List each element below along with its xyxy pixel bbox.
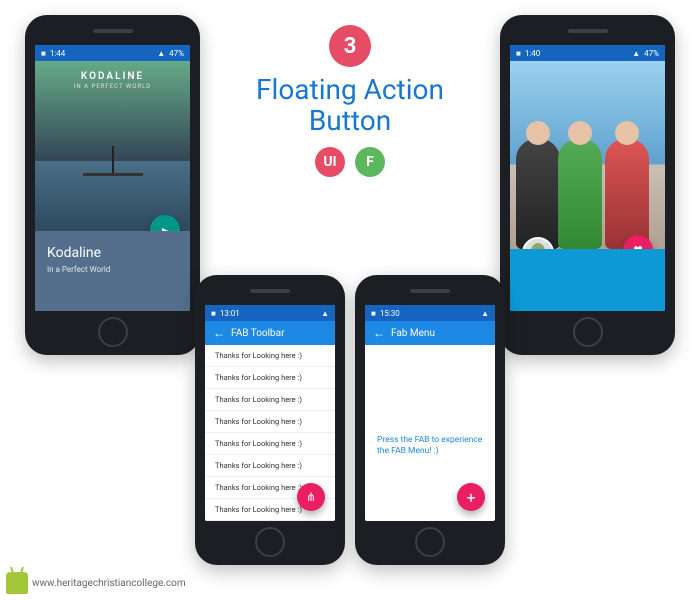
- camera-icon: ■: [41, 49, 46, 58]
- watermark-text: www.heritagechristiancollege.com: [32, 578, 186, 589]
- ui-badge: UI: [315, 147, 345, 177]
- signal-icon: ▲: [321, 309, 329, 318]
- title-block: 3 Floating Action Button UI F: [220, 25, 480, 177]
- app-bar-title: Fab Menu: [391, 328, 435, 339]
- status-bar: ■ 1:40 ▲ 47%: [510, 45, 665, 61]
- screen: ■ 13:01 ▲ ← FAB Toolbar Thanks for Lookin…: [205, 305, 335, 521]
- battery-text: 47%: [644, 49, 659, 58]
- status-time: 1:40: [525, 49, 540, 58]
- list-item[interactable]: Thanks for Looking here :): [205, 455, 335, 477]
- share-fab[interactable]: [297, 483, 325, 511]
- camera-icon: ■: [516, 49, 521, 58]
- status-time: 1:44: [50, 49, 65, 58]
- camera-icon: ■: [371, 309, 376, 318]
- phone-speaker: [93, 29, 133, 33]
- mini-badges: UI F: [220, 147, 480, 177]
- phone-profile: ■ 1:40 ▲ 47%: [500, 15, 675, 355]
- signal-icon: ▲: [157, 49, 165, 58]
- list-item[interactable]: Thanks for Looking here :): [205, 411, 335, 433]
- title-line-2: Button: [309, 104, 391, 137]
- android-icon: [6, 572, 28, 594]
- home-button[interactable]: [415, 527, 445, 557]
- list-item[interactable]: Thanks for Looking here :): [205, 345, 335, 367]
- screen: ■ 15:30 ▲ ← Fab Menu Press the FAB to exp…: [365, 305, 495, 521]
- screen: ■ 1:40 ▲ 47%: [510, 45, 665, 311]
- back-icon[interactable]: ←: [373, 326, 385, 340]
- list-item[interactable]: Thanks for Looking here :): [205, 433, 335, 455]
- back-icon[interactable]: ←: [213, 326, 225, 340]
- watermark: www.heritagechristiancollege.com: [6, 572, 186, 594]
- phone-fab-toolbar: ■ 13:01 ▲ ← FAB Toolbar Thanks for Lookin…: [195, 275, 345, 565]
- list-item[interactable]: Thanks for Looking here :): [205, 389, 335, 411]
- album-art: KODALINE IN A PERFECT WORLD: [35, 61, 190, 231]
- status-time: 15:30: [380, 309, 400, 318]
- screen: ■ 1:44 ▲ 47% KODALINE IN A PERFECT WORLD K…: [35, 45, 190, 311]
- status-time: 13:01: [220, 309, 240, 318]
- promo-canvas: 3 Floating Action Button UI F ■ 1:44 ▲ 47%…: [0, 0, 700, 600]
- track-album: In a Perfect World: [47, 265, 178, 274]
- cover-photo: [510, 61, 665, 249]
- hint-text: Press the FAB to experience the FAB Menu…: [377, 435, 483, 457]
- track-artist: Kodaline: [47, 245, 178, 261]
- phone-fab-menu: ■ 15:30 ▲ ← Fab Menu Press the FAB to exp…: [355, 275, 505, 565]
- share-icon: [306, 490, 316, 504]
- home-button[interactable]: [573, 317, 603, 347]
- album-art-title: KODALINE: [35, 71, 190, 82]
- phone-music-player: ■ 1:44 ▲ 47% KODALINE IN A PERFECT WORLD K…: [25, 15, 200, 355]
- add-fab[interactable]: [457, 483, 485, 511]
- profile-bar: [510, 249, 665, 311]
- phone-speaker: [410, 289, 450, 293]
- phone-speaker: [250, 289, 290, 293]
- album-art-subtitle: IN A PERFECT WORLD: [35, 83, 190, 90]
- camera-icon: ■: [211, 309, 216, 318]
- status-bar: ■ 13:01 ▲: [205, 305, 335, 321]
- signal-icon: ▲: [481, 309, 489, 318]
- status-bar: ■ 1:44 ▲ 47%: [35, 45, 190, 61]
- app-bar-title: FAB Toolbar: [231, 328, 285, 339]
- list-item[interactable]: Thanks for Looking here :): [205, 367, 335, 389]
- plus-icon: [466, 488, 475, 507]
- title-line-1: Floating Action: [256, 73, 444, 106]
- app-bar: ← FAB Toolbar: [205, 321, 335, 345]
- battery-text: 47%: [169, 49, 184, 58]
- status-bar: ■ 15:30 ▲: [365, 305, 495, 321]
- promo-title: Floating Action Button: [220, 75, 480, 137]
- app-bar: ← Fab Menu: [365, 321, 495, 345]
- signal-icon: ▲: [632, 49, 640, 58]
- home-button[interactable]: [255, 527, 285, 557]
- phone-speaker: [568, 29, 608, 33]
- count-badge: 3: [329, 25, 371, 67]
- now-playing-panel: Kodaline In a Perfect World: [35, 231, 190, 311]
- home-button[interactable]: [98, 317, 128, 347]
- f-badge: F: [355, 147, 385, 177]
